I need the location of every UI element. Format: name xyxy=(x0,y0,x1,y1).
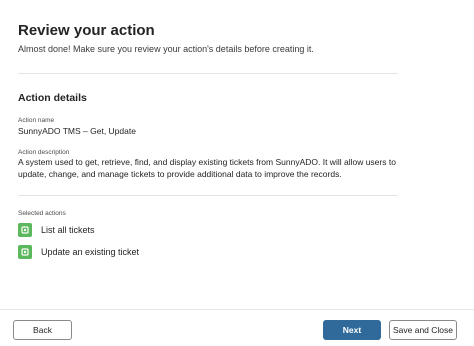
back-button[interactable]: Back xyxy=(13,320,72,340)
action-description-value: A system used to get, retrieve, find, an… xyxy=(18,157,396,179)
action-icon xyxy=(18,223,32,237)
selected-action-item: List all tickets xyxy=(18,223,95,237)
page-subtitle: Almost done! Make sure you review your a… xyxy=(18,44,314,54)
selected-action-label: Update an existing ticket xyxy=(41,247,140,257)
footer-divider xyxy=(0,309,474,310)
selected-actions-label: Selected actions xyxy=(18,210,66,217)
divider xyxy=(18,195,398,196)
divider xyxy=(18,73,398,74)
action-icon xyxy=(18,245,32,259)
action-name-label: Action name xyxy=(18,117,55,124)
save-and-close-button[interactable]: Save and Close xyxy=(389,320,457,340)
next-button[interactable]: Next xyxy=(323,320,381,340)
page-title: Review your action xyxy=(18,22,155,39)
action-name-value: SunnyADO TMS – Get, Update xyxy=(18,126,136,136)
selected-action-item: Update an existing ticket xyxy=(18,245,139,259)
selected-action-label: List all tickets xyxy=(41,225,95,235)
action-description-label: Action description xyxy=(18,149,70,156)
section-title-action-details: Action details xyxy=(18,92,87,104)
